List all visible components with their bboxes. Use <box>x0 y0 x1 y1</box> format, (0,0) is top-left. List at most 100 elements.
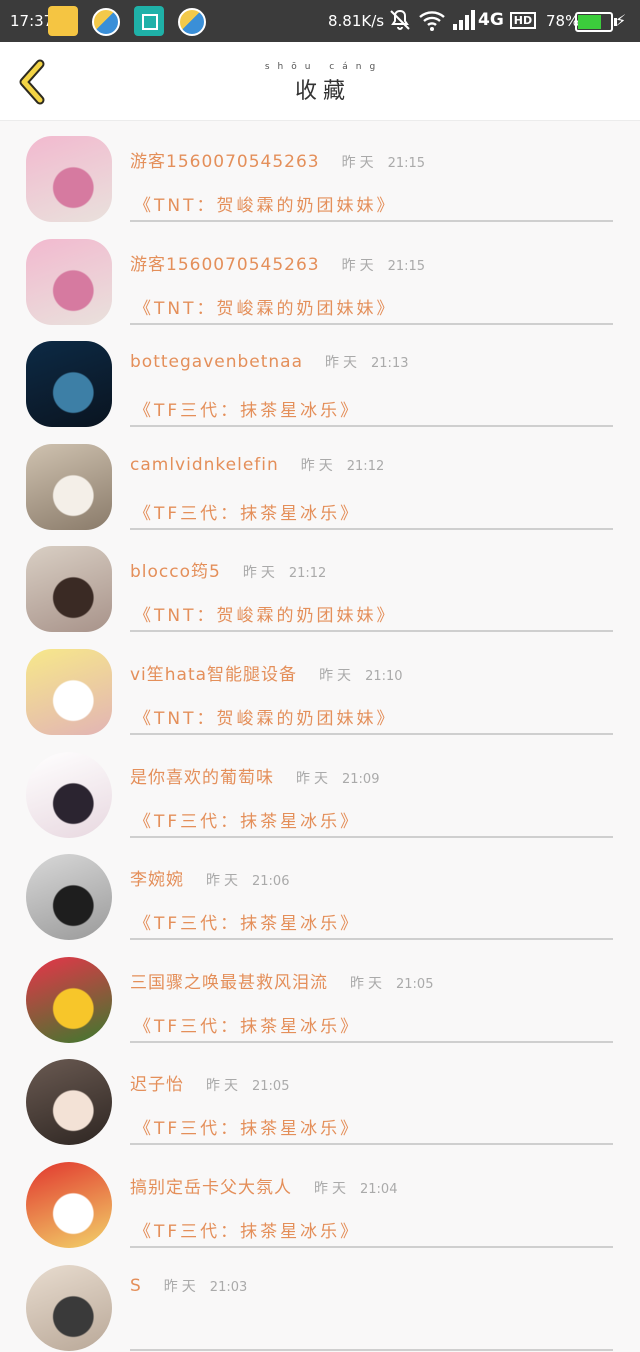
divider <box>130 1348 613 1351</box>
user-name[interactable]: blocco筠5 <box>130 557 221 582</box>
time-label: 昨天 <box>206 873 242 890</box>
item-meta: bottegavenbetnaa 昨天 21:13 <box>130 352 408 378</box>
item-meta: 是你喜欢的葡萄味 昨天 21:09 <box>130 763 379 789</box>
time-label: 昨天 <box>341 257 378 274</box>
divider <box>130 1040 613 1043</box>
user-name[interactable]: 李婉婉 <box>130 865 184 890</box>
avatar[interactable] <box>26 1264 112 1351</box>
time: 21:05 <box>252 1079 290 1095</box>
time-label: 昨天 <box>206 1078 242 1095</box>
battery-icon <box>575 12 617 32</box>
divider <box>130 630 613 633</box>
collection-title[interactable]: 《TNT：贺峻霖的奶团妹妹》 <box>134 704 397 729</box>
divider <box>130 527 613 530</box>
collection-title[interactable]: 《TF三代：抹茶星冰乐》 <box>134 1114 360 1139</box>
hd-badge: HD <box>509 11 537 29</box>
avatar[interactable] <box>26 1059 112 1146</box>
app-ball-icon-2 <box>178 8 206 36</box>
avatar[interactable] <box>26 238 112 325</box>
item-meta: 搞别定岳卡父大氛人 昨天 21:04 <box>130 1173 397 1199</box>
item-meta: blocco筠5 昨天 21:12 <box>130 557 326 583</box>
mute-bell-icon <box>390 9 410 30</box>
divider <box>130 1245 613 1248</box>
user-name[interactable]: bottegavenbetnaa <box>130 352 303 372</box>
item-meta: 游客1560070545263 昨天 21:15 <box>130 147 425 173</box>
collection-title[interactable]: 《TNT：贺峻霖的奶团妹妹》 <box>134 294 397 319</box>
time-label: 昨天 <box>314 1180 350 1197</box>
charging-icon: ⚡ <box>615 11 627 30</box>
status-time: 17:37 <box>10 12 54 30</box>
collection-title[interactable]: 《TNT：贺峻霖的奶团妹妹》 <box>134 601 397 626</box>
divider <box>130 220 613 222</box>
list-item[interactable]: 游客1560070545263 昨天 21:15 《TNT：贺峻霖的奶团妹妹》 <box>0 121 640 224</box>
time: 21:03 <box>209 1279 248 1295</box>
avatar[interactable] <box>26 751 112 838</box>
list-item[interactable]: 搞别定岳卡父大氛人 昨天 21:04 《TF三代：抹茶星冰乐》 <box>0 1147 640 1250</box>
list-item[interactable]: vi笙hata智能腿设备 昨天 21:10 《TNT：贺峻霖的奶团妹妹》 <box>0 634 640 737</box>
avatar[interactable] <box>26 341 112 428</box>
time: 21:05 <box>396 976 434 992</box>
collection-title[interactable]: 《TF三代：抹茶星冰乐》 <box>134 1217 360 1242</box>
user-name[interactable]: 迟子怡 <box>130 1070 184 1095</box>
divider <box>130 322 613 325</box>
page-title-pinyin: shōu cáng <box>264 62 384 72</box>
status-bar: 17:37 8.81K/s 4G HD 78% ⚡ <box>0 0 640 42</box>
list-item[interactable]: blocco筠5 昨天 21:12 《TNT：贺峻霖的奶团妹妹》 <box>0 531 640 634</box>
avatar[interactable] <box>26 546 112 633</box>
time-label: 昨天 <box>163 1278 200 1295</box>
page-title-text: 收藏 <box>294 79 351 104</box>
wifi-icon <box>419 11 445 31</box>
avatar[interactable] <box>26 443 112 530</box>
avatar[interactable] <box>26 648 112 735</box>
divider <box>130 1143 613 1146</box>
app-ball-icon <box>92 8 120 36</box>
item-meta: 李婉婉 昨天 21:06 <box>130 865 289 891</box>
user-name[interactable]: vi笙hata智能腿设备 <box>130 660 297 685</box>
list-item[interactable]: 游客1560070545263 昨天 21:15 《TNT：贺峻霖的奶团妹妹》 <box>0 224 640 327</box>
list-item[interactable]: 李婉婉 昨天 21:06 《TF三代：抹茶星冰乐》 <box>0 839 640 942</box>
collection-title[interactable]: 《TF三代：抹茶星冰乐》 <box>134 499 360 524</box>
time: 21:04 <box>360 1181 398 1197</box>
user-name[interactable]: 搞别定岳卡父大氛人 <box>130 1173 292 1198</box>
time: 21:12 <box>288 566 327 582</box>
user-name[interactable]: S <box>130 1276 142 1296</box>
collection-title[interactable]: 《TF三代：抹茶星冰乐》 <box>134 909 360 934</box>
user-name[interactable]: 游客1560070545263 <box>130 147 320 172</box>
collection-title[interactable]: 《TNT：贺峻霖的奶团妹妹》 <box>134 191 397 216</box>
network-type: 4G <box>478 10 504 30</box>
divider <box>130 938 613 941</box>
user-name[interactable]: 是你喜欢的葡萄味 <box>130 763 274 788</box>
time: 21:15 <box>387 156 426 171</box>
scan-icon <box>134 6 164 36</box>
time-label: 昨天 <box>341 155 378 171</box>
time: 21:12 <box>346 458 385 474</box>
time-label: 昨天 <box>350 975 386 992</box>
user-name[interactable]: 游客1560070545263 <box>130 250 320 275</box>
divider <box>130 732 613 735</box>
avatar[interactable] <box>26 1161 112 1248</box>
time: 21:15 <box>387 258 426 274</box>
list-item[interactable]: 三国骤之唤最甚救风泪流 昨天 21:05 《TF三代：抹茶星冰乐》 <box>0 942 640 1045</box>
list-item[interactable]: 是你喜欢的葡萄味 昨天 21:09 《TF三代：抹茶星冰乐》 <box>0 737 640 840</box>
list-item[interactable]: 迟子怡 昨天 21:05 《TF三代：抹茶星冰乐》 <box>0 1044 640 1147</box>
user-name[interactable]: camlvidnkelefin <box>130 455 279 475</box>
time: 21:09 <box>342 771 380 787</box>
item-meta: 三国骤之唤最甚救风泪流 昨天 21:05 <box>130 968 433 994</box>
list-item[interactable]: S 昨天 21:03 <box>0 1250 640 1352</box>
time-label: 昨天 <box>242 565 279 582</box>
list-item[interactable]: bottegavenbetnaa 昨天 21:13 《TF三代：抹茶星冰乐》 <box>0 326 640 429</box>
collection-title[interactable]: 《TF三代：抹茶星冰乐》 <box>134 396 360 421</box>
time: 21:13 <box>371 356 409 372</box>
collection-title[interactable]: 《TF三代：抹茶星冰乐》 <box>134 807 360 832</box>
list-item[interactable]: camlvidnkelefin 昨天 21:12 《TF三代：抹茶星冰乐》 <box>0 429 640 532</box>
time: 21:06 <box>252 874 290 890</box>
collection-title[interactable]: 《TF三代：抹茶星冰乐》 <box>134 1012 360 1037</box>
user-name[interactable]: 三国骤之唤最甚救风泪流 <box>130 968 328 993</box>
item-meta: vi笙hata智能腿设备 昨天 21:10 <box>130 660 403 686</box>
item-meta: 迟子怡 昨天 21:05 <box>130 1070 289 1096</box>
avatar[interactable] <box>26 956 112 1043</box>
avatar[interactable] <box>26 854 112 941</box>
avatar[interactable] <box>26 136 112 222</box>
app-header: shōu cáng 收藏 <box>0 42 640 121</box>
time-label: 昨天 <box>300 457 337 474</box>
